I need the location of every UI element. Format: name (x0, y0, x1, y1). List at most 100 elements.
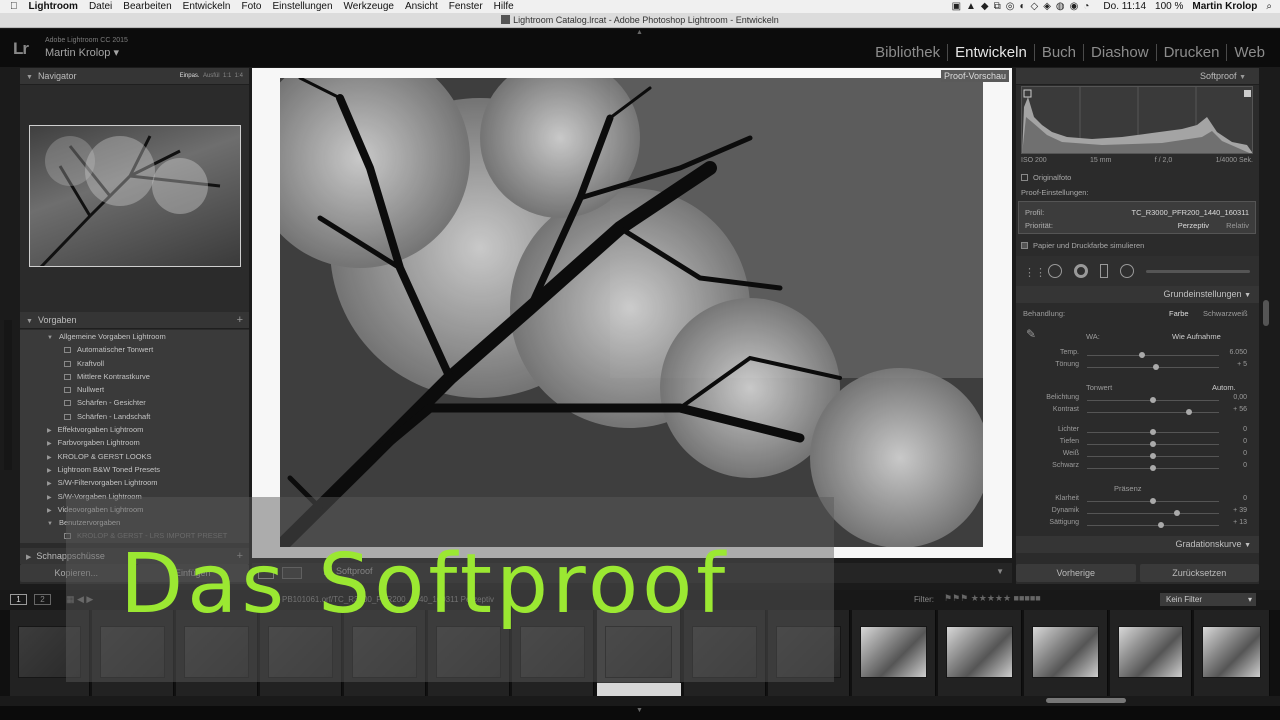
module-entwickeln[interactable]: Entwickeln (947, 44, 1034, 61)
right-panel-scrollbar[interactable] (1263, 300, 1269, 326)
slider-value[interactable]: 0 (1243, 450, 1247, 457)
preset-item[interactable]: ▶ KROLOP & GERST LOOKS (20, 449, 249, 463)
wb-select[interactable]: Wie Aufnahme (1172, 332, 1221, 341)
slider-value[interactable]: + 13 (1233, 519, 1247, 526)
slider-tönung[interactable]: Tönung + 5 (1021, 361, 1253, 373)
radial-filter-icon[interactable] (1120, 264, 1134, 278)
filter-select[interactable]: Kein Filter ▾ (1160, 593, 1256, 606)
slider-value[interactable]: 0 (1243, 495, 1247, 502)
previous-button[interactable]: Vorherige (1016, 564, 1136, 582)
slider-value[interactable]: + 39 (1233, 507, 1247, 514)
status-tray-icons[interactable]: ▣▲◆⧉◎◐◇◈◍◉◔ (952, 1, 1095, 12)
collapsed-triangle-icon[interactable]: ▶ (47, 468, 52, 474)
slider-value[interactable]: 0 (1243, 462, 1247, 469)
collapsed-triangle-icon[interactable]: ▶ (47, 428, 52, 434)
zoom-1-4[interactable]: 1:4 (235, 73, 243, 79)
navigator-preview[interactable] (29, 125, 241, 267)
preset-item[interactable]: ▶ Lightroom B&W Toned Presets (20, 462, 249, 477)
slider-temp[interactable]: Temp. 6.050 (1021, 349, 1253, 361)
adjustment-brush-slider[interactable] (1146, 270, 1250, 273)
spotlight-search-icon[interactable]: ⌕ (1266, 1, 1272, 12)
softproof-header[interactable]: Softproof ▼ (1016, 68, 1259, 85)
slider-track[interactable] (1087, 355, 1219, 356)
slider-knob[interactable] (1150, 441, 1156, 447)
menu-einstellungen[interactable]: Einstellungen (273, 1, 333, 12)
menu-hilfe[interactable]: Hilfe (494, 1, 514, 12)
slider-value[interactable]: 6.050 (1229, 349, 1247, 356)
apple-menu-icon[interactable]:  (10, 1, 18, 12)
identity-plate[interactable]: Martin Krolop ▾ (45, 46, 119, 59)
spot-removal-icon[interactable] (1048, 264, 1062, 278)
slider-value[interactable]: + 56 (1233, 406, 1247, 413)
slider-weiß[interactable]: Weiß 0 (1021, 450, 1253, 462)
menubar-user[interactable]: Martin Krolop (1192, 1, 1257, 12)
slider-track[interactable] (1087, 525, 1219, 526)
module-bibliothek[interactable]: Bibliothek (868, 44, 947, 61)
preset-item[interactable]: Mittlere Kontrastkurve (20, 369, 249, 384)
slider-klarheit[interactable]: Klarheit 0 (1021, 495, 1253, 507)
slider-dynamik[interactable]: Dynamik + 39 (1021, 507, 1253, 519)
slider-knob[interactable] (1150, 453, 1156, 459)
basic-header[interactable]: Grundeinstellungen ▼ (1016, 286, 1259, 303)
filmstrip-thumb[interactable] (1110, 610, 1192, 696)
slider-knob[interactable] (1173, 510, 1180, 516)
slider-knob[interactable] (1150, 465, 1156, 471)
zoom-options[interactable]: Einpas. Ausfül 1:1 1:4 (180, 68, 243, 85)
simulate-paper-checkbox[interactable] (1021, 242, 1028, 249)
collapsed-triangle-icon[interactable]: ▶ (47, 441, 52, 447)
add-preset-icon[interactable]: + (237, 312, 243, 329)
preset-item[interactable]: Automatischer Tonwert (20, 343, 249, 357)
profile-select[interactable]: TC_R3000_PFR200_1440_160311 (1132, 208, 1249, 217)
original-photo-row[interactable]: Originalfoto (1021, 173, 1253, 182)
tone-curve-header[interactable]: Gradationskurve ▼ (1016, 536, 1259, 553)
zoom-fill[interactable]: Ausfül (203, 73, 220, 79)
slider-knob[interactable] (1152, 364, 1159, 370)
slider-value[interactable]: 0 (1243, 426, 1247, 433)
histogram[interactable] (1021, 86, 1253, 154)
graduated-filter-icon[interactable] (1100, 264, 1108, 278)
preset-item[interactable]: Schärfen - Landschaft (20, 409, 249, 424)
treatment-bw[interactable]: Schwarzweiß (1203, 309, 1248, 318)
slider-value[interactable]: 0,00 (1233, 394, 1247, 401)
zoom-1-1[interactable]: 1:1 (223, 73, 231, 79)
proof-preview-canvas[interactable]: Proof-Vorschau (252, 68, 1012, 558)
toolbar-menu-icon[interactable]: ▼ (996, 567, 1004, 576)
filmstrip-thumb[interactable] (1024, 610, 1108, 696)
bottom-panel-toggle-icon[interactable]: ▼ (636, 707, 643, 714)
main-window-button[interactable]: 1 (10, 594, 27, 605)
preset-item[interactable]: Nullwert (20, 383, 249, 397)
preset-item[interactable]: ▶ S/W-Filtervorgaben Lightroom (20, 476, 249, 490)
simulate-paper-row[interactable]: Papier und Druckfarbe simulieren (1021, 241, 1253, 250)
zoom-fit[interactable]: Einpas. (180, 73, 200, 79)
menu-datei[interactable]: Datei (89, 1, 112, 12)
presets-header[interactable]: ▼ Vorgaben + (20, 312, 249, 329)
slider-knob[interactable] (1157, 522, 1164, 528)
slider-schwarz[interactable]: Schwarz 0 (1021, 462, 1253, 474)
filter-flags-icons[interactable]: ⚑⚑⚑ ★★★★★ ■■■■■ (944, 593, 1041, 604)
filmstrip-thumb[interactable] (1194, 610, 1270, 696)
white-balance-picker-icon[interactable]: ✎ (1026, 327, 1042, 343)
filmstrip-thumb[interactable] (852, 610, 936, 696)
module-web[interactable]: Web (1226, 44, 1272, 61)
original-photo-checkbox[interactable] (1021, 174, 1028, 181)
slider-value[interactable]: 0 (1243, 438, 1247, 445)
collapsed-triangle-icon[interactable]: ▶ (47, 455, 52, 461)
treatment-color[interactable]: Farbe (1169, 309, 1189, 318)
navigator-header[interactable]: ▼ Navigator Einpas. Ausfül 1:1 1:4 (20, 68, 249, 85)
collapsed-triangle-icon[interactable]: ▶ (47, 495, 52, 501)
preset-item[interactable]: Schärfen - Gesichter (20, 396, 249, 410)
collapsed-triangle-icon[interactable]: ▶ (47, 481, 52, 487)
menu-entwickeln[interactable]: Entwickeln (183, 1, 231, 12)
slider-sättigung[interactable]: Sättigung + 13 (1021, 519, 1253, 531)
preset-item[interactable]: ▼ Allgemeine Vorgaben Lightroom (20, 330, 249, 344)
slider-kontrast[interactable]: Kontrast + 56 (1021, 406, 1253, 418)
priority-perceptual[interactable]: Perzeptiv (1178, 221, 1209, 230)
menu-lightroom[interactable]: Lightroom (29, 1, 78, 12)
slider-tiefen[interactable]: Tiefen 0 (1021, 438, 1253, 450)
module-drucken[interactable]: Drucken (1155, 44, 1227, 61)
menu-bearbeiten[interactable]: Bearbeiten (123, 1, 171, 12)
filmstrip-thumb[interactable] (938, 610, 1022, 696)
top-panel-toggle-icon[interactable]: ▲ (636, 29, 643, 36)
filmstrip-scroll-thumb[interactable] (1046, 698, 1126, 703)
preset-item[interactable]: ▶ Effektvorgaben Lightroom (20, 423, 249, 437)
